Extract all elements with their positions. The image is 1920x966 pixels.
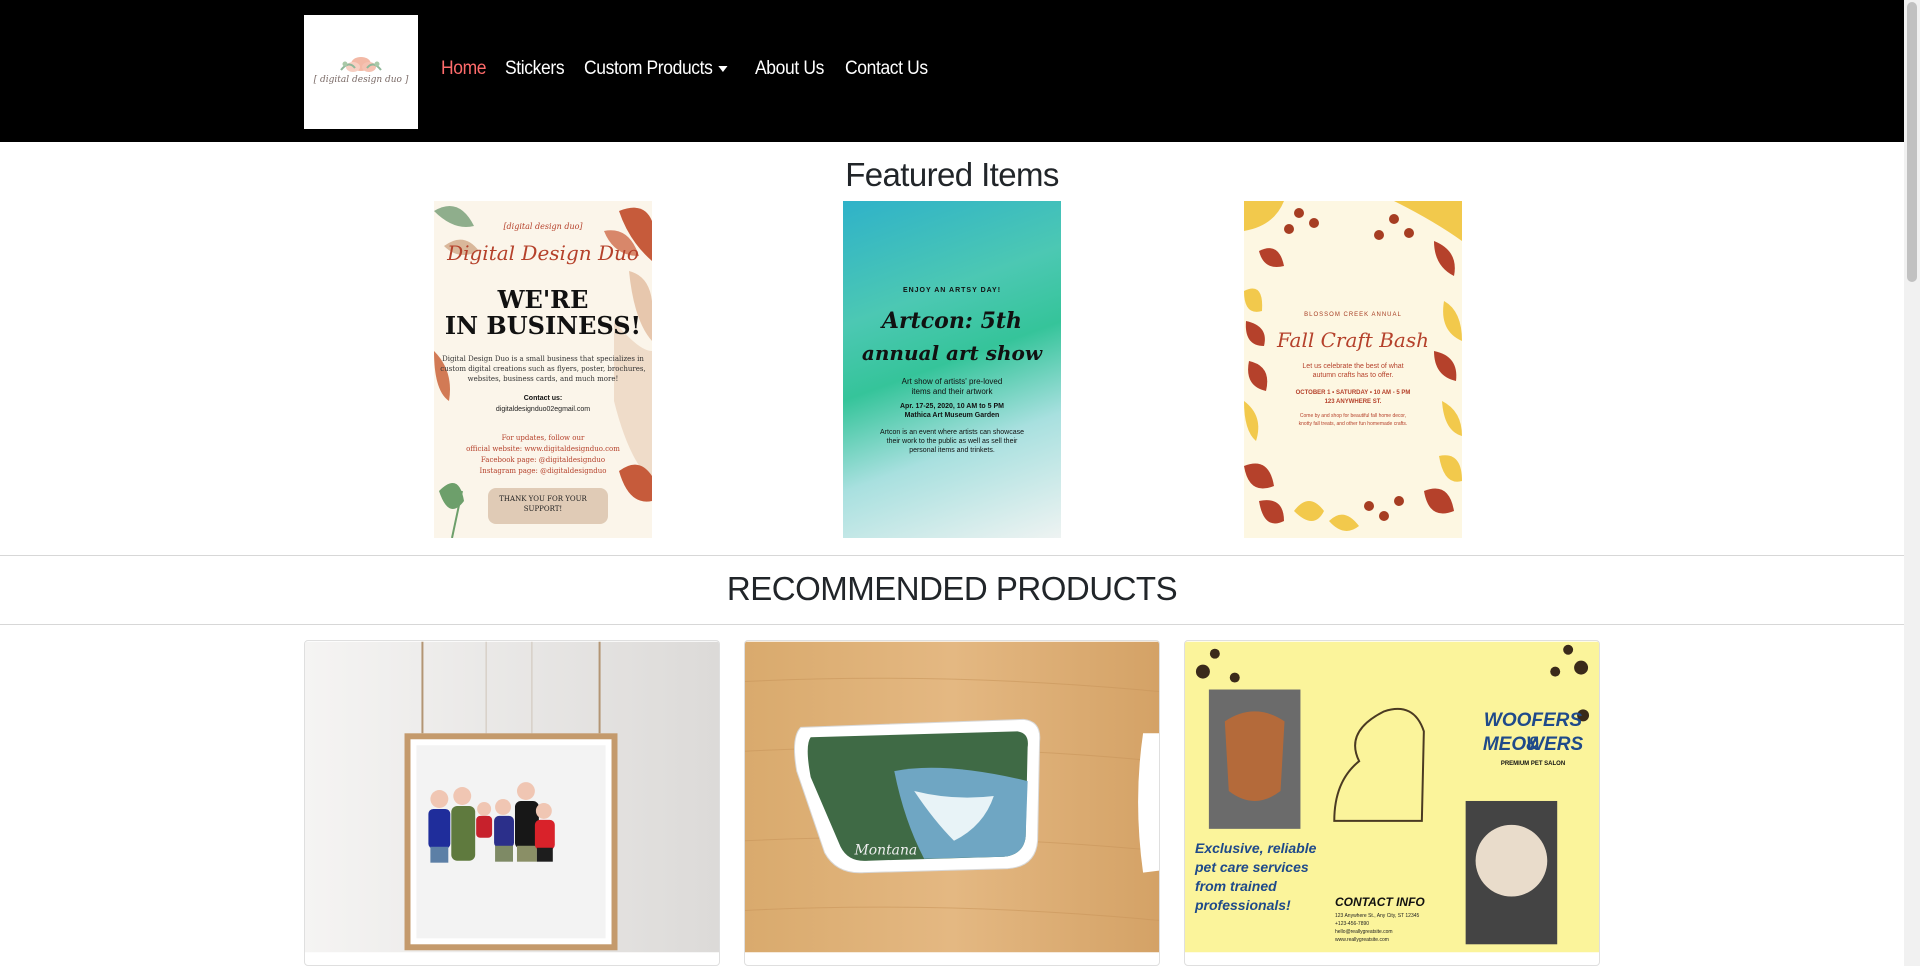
card3-tag1: Exclusive, reliable [1195,840,1317,856]
poster3-desc1: Come by and shop for beautiful fall home… [1299,413,1407,419]
logo-floral-icon: [ digital design duo ] [314,57,409,85]
featured-poster-we-are-in-business[interactable]: [digital design duo] Digital Design Duo … [434,201,652,538]
poster2-desc3: personal items and trinkets. [909,447,995,454]
poster3-title: Fall Craft Bash [1277,328,1429,352]
poster1-script: Digital Design Duo [447,241,639,265]
card3-addr3: hello@reallygreatsite.com [1335,929,1393,935]
poster3-sub1: Let us celebrate the best of what [1302,363,1404,370]
featured-poster-fall-craft-bash[interactable]: BLOSSOM CREEK ANNUAL Fall Craft Bash Let… [1244,201,1462,538]
poster2-date: Apr. 17-25, 2020, 10 AM to 5 PM [899,403,1004,410]
featured-title: Featured Items [845,156,1059,193]
poster1-headline2: IN BUSINESS! [444,311,642,340]
card3-tag2: pet care services [1195,859,1309,875]
poster2-kicker: ENJOY AN ARTSY DAY! [902,287,1002,294]
poster1-thanks2: SUPPORT! [523,505,563,513]
poster3-kicker: BLOSSOM CREEK ANNUAL [1304,312,1402,318]
poster1-updates2: official website: www.digitaldesignduo.c… [466,445,620,453]
poster1-updates3: Facebook page: @digitaldesignduo [480,456,606,464]
nav-home[interactable]: Home [441,58,487,80]
scrollbar-thumb[interactable] [1907,2,1917,282]
card3-subtitle: PREMIUM PET SALON [1500,761,1566,767]
section-divider-top [0,555,1904,556]
nav-stickers[interactable]: Stickers [505,58,565,80]
poster1-contact-label: Contact us: [523,395,563,402]
product-card-montana-sticker[interactable]: Montana [744,640,1160,966]
card3-tag3: from trained [1195,878,1277,894]
poster2-title2: annual art show [861,341,1043,365]
family-portrait-image [305,641,719,953]
poster2-desc2: their work to the public as well as sell… [886,438,1018,445]
montana-caption: Montana [853,843,917,859]
poster2-title1: Artcon: 5th [881,308,1023,334]
navbar: [ digital design duo ] Home Stickers Cus… [0,0,1904,142]
poster1-small-logo: [digital design duo] [503,222,583,231]
caret-down-icon [718,65,728,72]
page-scrollbar[interactable] [1904,0,1920,966]
poster2-venue: Mathica Art Museum Garden [904,412,1000,419]
svg-text:[ digital design duo ]: [ digital design duo ] [314,75,409,85]
poster1-body1: Digital Design Duo is a small business t… [442,355,644,363]
nav-custom-products[interactable]: Custom Products [584,58,728,80]
nav-about-us[interactable]: About Us [755,58,824,80]
poster2-sub2: items and their artwork [911,387,993,396]
card3-tag4: professionals! [1195,897,1291,913]
recommended-title: RECOMMENDED PRODUCTS [726,570,1178,607]
card3-addr1: 123 Anywhere St., Any City, ST 12345 [1335,913,1420,919]
product-card-woofers-meowers[interactable]: WOOFERS & MEOWERS PREMIUM PET SALON Excl… [1184,640,1600,966]
card3-addr4: www.reallygreatsite.com [1335,937,1389,943]
poster1-contact: digitaldesignduo02egmail.com [495,406,591,413]
poster1-updates4: Instagram page: @digitaldesignduo [479,467,607,475]
poster1-thanks1: THANK YOU FOR YOUR [499,495,587,503]
main-nav: Home Stickers Custom Products About Us C… [441,58,950,80]
montana-sticker-image: Montana [745,641,1159,953]
product-card-family-portrait[interactable] [304,640,720,966]
card3-contact-title: CONTACT INFO [1335,895,1425,909]
featured-poster-artcon[interactable]: ENJOY AN ARTSY DAY! Artcon: 5th annual a… [843,201,1061,538]
poster2-sub1: Art show of artists' pre-loved [901,377,1003,386]
poster3-desc2: knotty fall treats, and other fun homema… [1298,421,1408,427]
poster3-date: OCTOBER 1 • SATURDAY • 10 AM - 5 PM [1295,390,1411,396]
section-divider-bottom [0,624,1904,625]
poster3-address: 123 ANYWHERE ST. [1324,399,1382,405]
poster1-body3: websites, business cards, and much more! [467,375,619,383]
poster1-updates1: For updates, follow our [501,434,585,442]
poster1-body2: custom digital creations such as flyers,… [440,365,646,373]
brand-logo[interactable]: [ digital design duo ] [304,15,418,129]
poster1-headline1: WE'RE [497,285,589,314]
nav-contact-us[interactable]: Contact Us [845,58,928,80]
nav-custom-products-label: Custom Products [584,58,714,79]
card3-addr2: +123-456-7890 [1335,921,1370,927]
card3-title2: MEOWERS [1482,734,1584,755]
poster2-desc1: Artcon is an event where artists can sho… [880,429,1024,436]
poster3-sub2: autumn crafts has to offer. [1312,372,1394,379]
